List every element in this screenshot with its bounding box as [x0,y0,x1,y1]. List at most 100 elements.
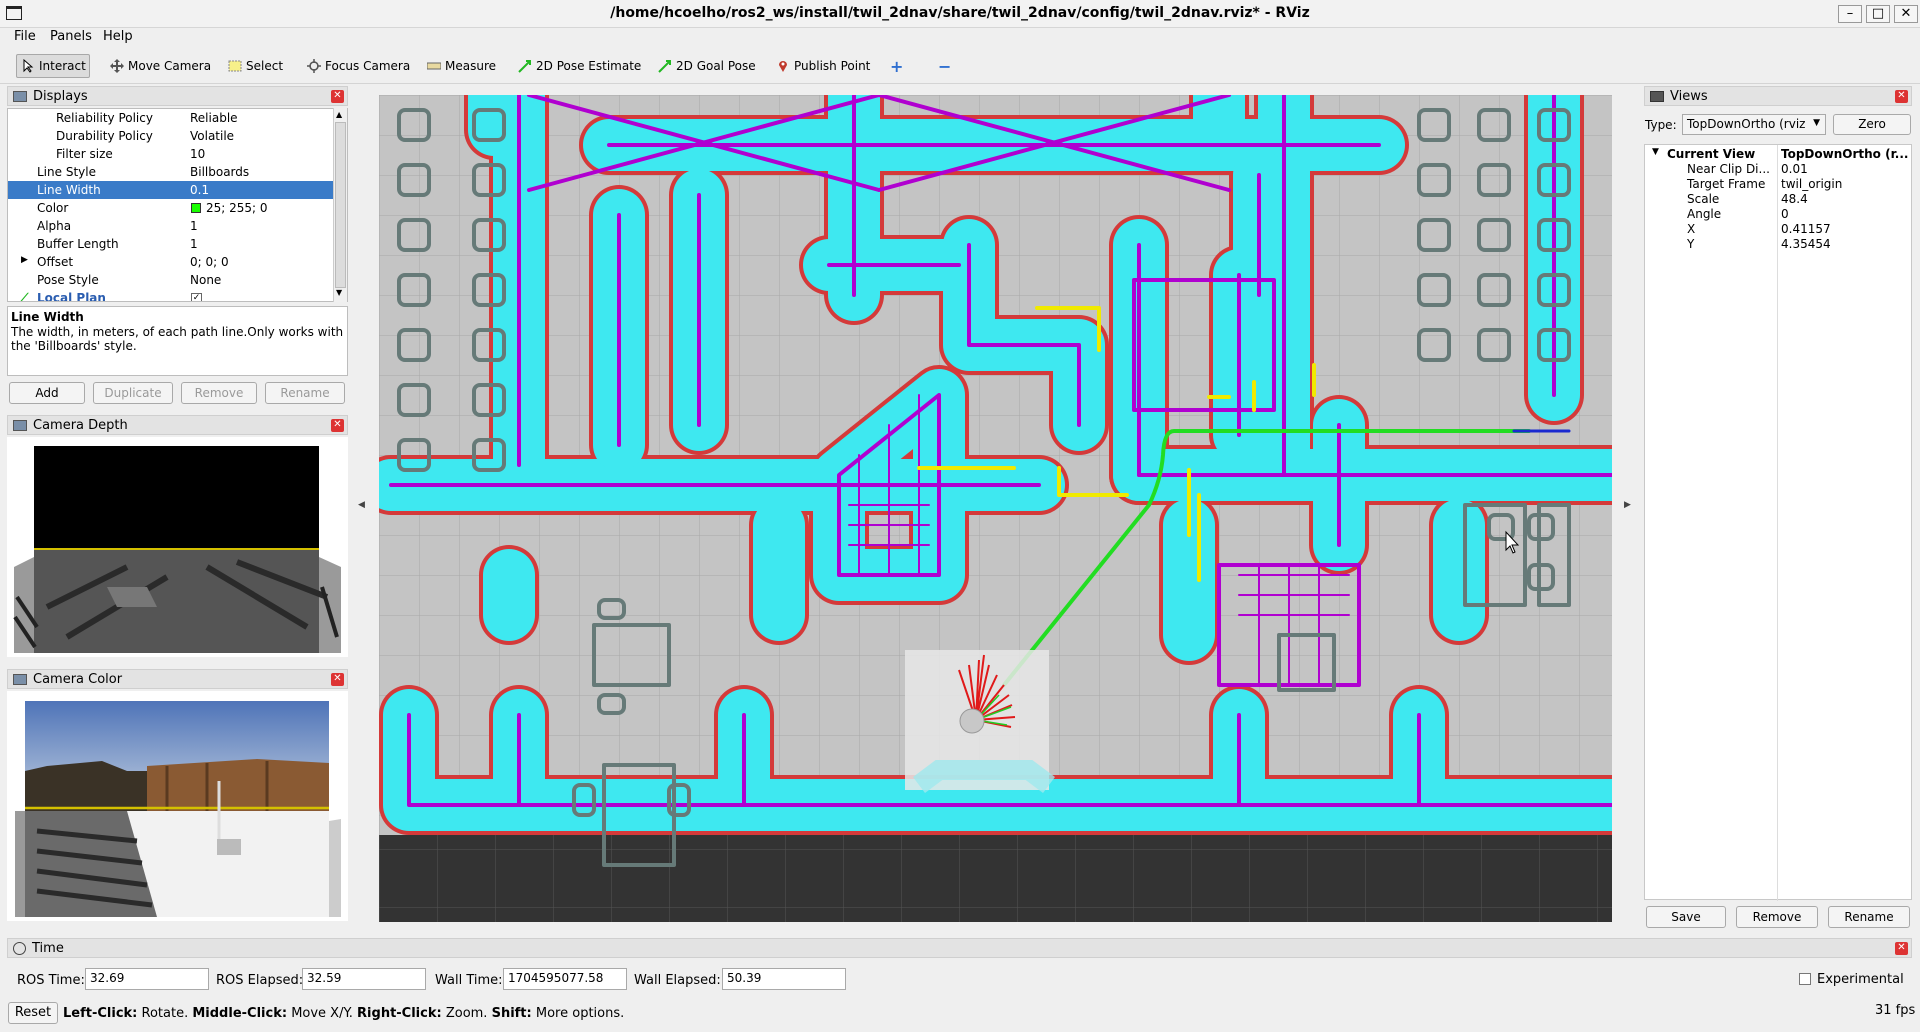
property-row[interactable]: Alpha 1 [8,217,333,235]
green-arrow-icon [658,59,672,73]
path-icon: ⟋ [20,291,29,302]
view-property-value: 0.41157 [1781,222,1831,236]
enabled-checkbox[interactable]: ✓ [191,293,202,301]
view-property-row[interactable]: X 0.41157 [1645,222,1913,237]
view-property-row[interactable]: Y 4.35454 [1645,237,1913,252]
view-property-row[interactable]: Scale 48.4 [1645,192,1913,207]
move-camera-tool[interactable]: Move Camera [106,54,215,78]
view-property-row[interactable]: Target Frame twil_origin [1645,177,1913,192]
camera-depth-image [7,437,348,657]
current-view-key: Current View [1667,147,1756,161]
publish-point-label: Publish Point [794,59,871,73]
views-tree: ▼ Current View TopDownOrtho (r... Near C… [1644,144,1913,901]
minimize-button[interactable]: – [1838,5,1862,23]
hint-left-click: Left-Click: [63,1006,138,1021]
pose-estimate-tool[interactable]: 2D Pose Estimate [514,54,645,78]
ros-time-field[interactable]: 32.69 [85,968,209,990]
displays-scrollbar[interactable]: ▲ ▼ [333,108,347,302]
menu-help[interactable]: Help [103,29,133,44]
property-value: Billboards [190,165,250,179]
view-property-value: 4.35454 [1781,237,1831,251]
ros-elapsed-field[interactable]: 32.59 [302,968,426,990]
green-arrow-icon [518,59,532,73]
displays-title: Displays [33,88,88,104]
display-item-local-plan[interactable]: ⟋ Local Plan ✓ [8,289,333,302]
focus-camera-tool[interactable]: Focus Camera [303,54,414,78]
hint-middle-click: Middle-Click: [192,1006,288,1021]
add-tool-button[interactable]: + [886,54,907,78]
goal-pose-label: 2D Goal Pose [676,59,756,73]
property-value: 1 [190,219,198,233]
wall-time-field[interactable]: 1704595077.58 [503,968,627,990]
view-property-row[interactable]: Angle 0 [1645,207,1913,222]
goal-pose-tool[interactable]: 2D Goal Pose [654,54,760,78]
select-tool[interactable]: Select [224,54,287,78]
description-text: The width, in meters, of each path line.… [11,325,344,353]
property-row-selected[interactable]: Line Width 0.1 [8,181,333,199]
view-property-key: Y [1687,237,1695,251]
expand-arrow-icon[interactable]: ▶ [21,255,28,265]
remove-tool-button[interactable]: − [934,54,955,78]
property-key: Pose Style [37,273,99,287]
view-property-row[interactable]: Near Clip Di... 0.01 [1645,162,1913,177]
property-value: 0.1 [190,183,210,197]
property-key: Line Width [37,183,101,197]
publish-point-tool[interactable]: Publish Point [772,54,874,78]
close-icon[interactable]: ✕ [331,419,344,432]
close-icon[interactable]: ✕ [331,90,344,103]
collapse-left-arrow-icon[interactable]: ◀ [358,500,365,510]
duplicate-display-button[interactable]: Duplicate [93,382,173,404]
views-panel-header: Views ✕ [1644,86,1912,106]
maximize-button[interactable]: □ [1866,5,1890,23]
menu-file[interactable]: File [14,29,36,44]
property-row[interactable]: Durability Policy Volatile [8,127,333,145]
measure-tool[interactable]: Measure [423,54,500,78]
property-row[interactable]: Line Style Billboards [8,163,333,181]
zero-button[interactable]: Zero [1833,114,1911,135]
property-key: Color [37,201,69,215]
title-bar: /home/hcoelho/ros2_ws/install/twil_2dnav… [0,0,1920,28]
view-type-select[interactable]: TopDownOrtho (rviz ▼ [1682,114,1826,135]
experimental-checkbox[interactable] [1799,973,1811,985]
property-row[interactable]: ▶ Offset 0; 0; 0 [8,253,333,271]
property-row[interactable]: Reliability Policy Reliable [8,109,333,127]
interact-tool[interactable]: Interact [16,54,90,78]
close-icon[interactable]: ✕ [331,673,344,686]
close-icon[interactable]: ✕ [1895,90,1908,103]
property-key: Offset [37,255,74,269]
wall-elapsed-field[interactable]: 50.39 [722,968,846,990]
move-camera-label: Move Camera [128,59,212,73]
property-key: Line Style [37,165,96,179]
view-property-key: Angle [1687,207,1722,221]
close-window-button[interactable]: ✕ [1894,5,1918,23]
menu-panels[interactable]: Panels [50,29,92,44]
current-view-row[interactable]: ▼ Current View TopDownOrtho (r... [1645,147,1913,162]
property-row[interactable]: Filter size 10 [8,145,333,163]
property-description: Line Width The width, in meters, of each… [7,306,348,376]
toolbar: Interact Move Camera Select Focus Camera… [0,48,1920,84]
remove-display-button[interactable]: Remove [181,382,257,404]
save-view-button[interactable]: Save [1646,906,1726,928]
property-row[interactable]: Pose Style None [8,271,333,289]
rename-display-button[interactable]: Rename [265,382,345,404]
hint-shift-action: More options. [535,1006,625,1021]
expand-down-icon[interactable]: ▼ [1652,147,1659,157]
select-label: Select [246,59,284,73]
close-icon[interactable]: ✕ [1895,942,1908,955]
remove-view-button[interactable]: Remove [1736,906,1818,928]
rename-view-button[interactable]: Rename [1828,906,1910,928]
view-property-key: Target Frame [1687,177,1766,191]
plus-icon: + [890,56,904,76]
clock-icon [13,941,26,955]
camera-depth-header: Camera Depth ✕ [7,415,348,435]
collapse-right-arrow-icon[interactable]: ▶ [1624,500,1631,510]
wall-elapsed-label: Wall Elapsed: [634,973,721,988]
time-title: Time [32,940,64,956]
property-key: Local Plan [37,291,106,302]
add-display-button[interactable]: Add [9,382,85,404]
render-viewport[interactable] [379,95,1612,922]
property-row[interactable]: Buffer Length 1 [8,235,333,253]
reset-button[interactable]: Reset [8,1002,58,1024]
property-value: None [190,273,222,287]
property-row[interactable]: Color 25; 255; 0 [8,199,333,217]
